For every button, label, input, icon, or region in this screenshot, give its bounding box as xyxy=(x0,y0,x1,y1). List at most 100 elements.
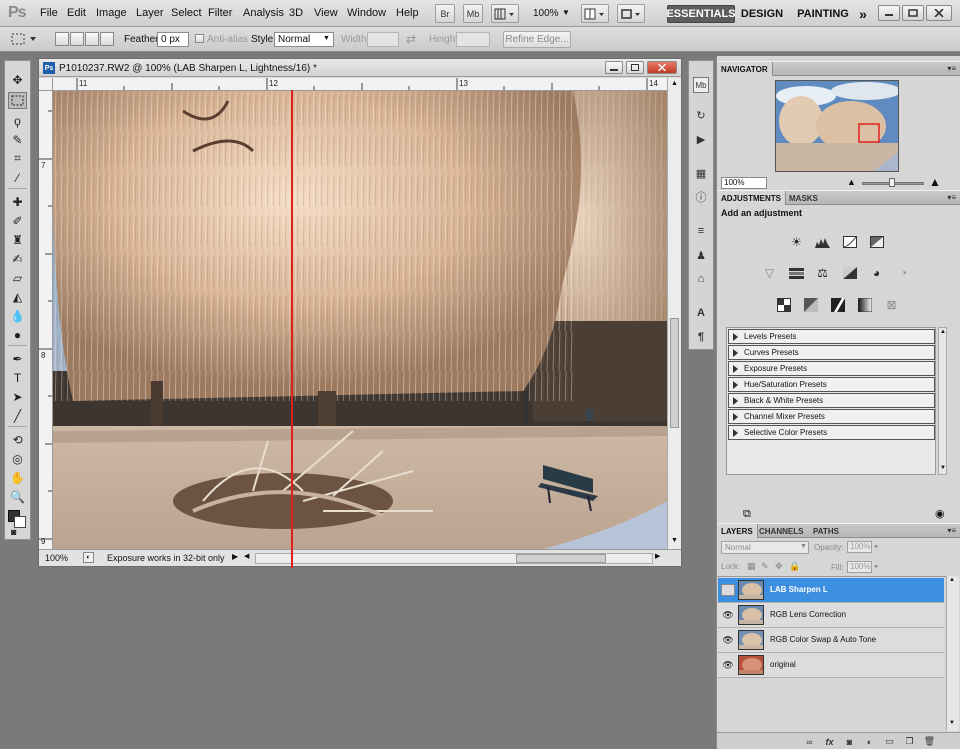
arrange-documents-dropdown[interactable] xyxy=(581,4,609,23)
lasso-tool-icon[interactable]: ϙ xyxy=(8,112,27,129)
new-selection-button[interactable] xyxy=(55,32,69,46)
mini-bridge-panel-icon[interactable]: Mb xyxy=(693,77,709,93)
restore-app-button[interactable] xyxy=(902,5,924,21)
3d-orbit-tool-icon[interactable]: ◎ xyxy=(8,450,27,467)
brush-presets-panel-icon[interactable]: ≡ xyxy=(693,223,709,239)
rectangular-marquee-tool-icon[interactable] xyxy=(8,92,27,109)
preset-curves[interactable]: Curves Presets xyxy=(728,345,935,360)
pen-tool-icon[interactable]: ✒ xyxy=(8,350,27,367)
lock-all-icon[interactable]: 🔒 xyxy=(789,561,800,572)
tab-navigator[interactable]: NAVIGATOR xyxy=(717,62,773,76)
info-panel-icon[interactable]: ⓘ xyxy=(693,189,709,205)
vertical-ruler[interactable]: 7 8 9 xyxy=(39,91,53,549)
eraser-tool-icon[interactable]: ▱ xyxy=(8,269,27,286)
tab-paths[interactable]: PATHS xyxy=(809,524,843,538)
preset-levels[interactable]: Levels Presets xyxy=(728,329,935,344)
launch-bridge-button[interactable]: Br xyxy=(435,4,455,23)
tab-layers[interactable]: LAYERS xyxy=(717,524,758,538)
anti-alias-checkbox[interactable] xyxy=(195,34,204,43)
horizontal-ruler[interactable]: 11 12 13 14 xyxy=(53,78,667,91)
layer-row[interactable]: LAB Sharpen L xyxy=(718,578,944,603)
scroll-down-icon[interactable]: ▼ xyxy=(940,465,946,471)
scroll-thumb[interactable] xyxy=(670,318,679,428)
scroll-right-icon[interactable]: ▶ xyxy=(655,552,660,560)
status-menu-arrow-icon[interactable]: ▶ xyxy=(232,552,238,561)
scroll-down-icon[interactable]: ▼ xyxy=(671,537,678,544)
type-tool-icon[interactable]: T xyxy=(8,369,27,386)
image-canvas[interactable] xyxy=(53,91,667,549)
new-adjustment-layer-icon[interactable]: ◐ xyxy=(863,735,876,748)
document-horizontal-scrollbar[interactable] xyxy=(255,553,653,564)
menu-filter[interactable]: Filter xyxy=(208,7,232,19)
fill-arrow-icon[interactable]: ▸ xyxy=(875,562,879,570)
histogram-panel-icon[interactable]: ▦ xyxy=(693,165,709,181)
close-document-button[interactable] xyxy=(647,61,677,74)
invert-icon[interactable] xyxy=(775,296,792,313)
menu-view[interactable]: View xyxy=(314,7,338,19)
delete-layer-icon[interactable]: 🗑 xyxy=(923,735,936,748)
quick-selection-tool-icon[interactable]: ✎ xyxy=(8,131,27,148)
new-group-icon[interactable]: ▭ xyxy=(883,735,896,748)
new-layer-icon[interactable]: ❐ xyxy=(903,735,916,748)
opacity-arrow-icon[interactable]: ▸ xyxy=(875,542,879,550)
menu-3d[interactable]: 3D xyxy=(289,7,303,19)
workspace-design[interactable]: DESIGN xyxy=(741,5,783,23)
move-tool-icon[interactable]: ✥ xyxy=(8,71,27,88)
adjustment-options-icon[interactable]: ◉ xyxy=(935,507,945,520)
channel-mixer-icon[interactable]: ◔ xyxy=(895,264,912,281)
tab-masks[interactable]: MASKS xyxy=(785,191,822,205)
lock-image-icon[interactable]: ✎ xyxy=(761,561,769,572)
gradient-map-icon[interactable] xyxy=(856,296,873,313)
status-preview-icon[interactable]: ◐ xyxy=(83,552,94,563)
healing-brush-tool-icon[interactable]: ✚ xyxy=(8,193,27,210)
brush-tool-icon[interactable]: ✐ xyxy=(8,212,27,229)
levels-icon[interactable] xyxy=(814,233,831,250)
threshold-icon[interactable] xyxy=(829,296,846,313)
status-zoom[interactable]: 100% xyxy=(45,553,68,563)
swap-dimensions-icon[interactable]: ⇄ xyxy=(406,32,416,46)
scroll-up-icon[interactable]: ▲ xyxy=(671,80,678,87)
preset-hue-saturation[interactable]: Hue/Saturation Presets xyxy=(728,377,935,392)
layer-row[interactable]: 👁 original xyxy=(718,653,944,678)
black-white-icon[interactable] xyxy=(841,264,858,281)
workspace-essentials[interactable]: ESSENTIALS xyxy=(666,5,736,23)
hue-saturation-icon[interactable] xyxy=(788,264,805,281)
preset-channel-mixer[interactable]: Channel Mixer Presets xyxy=(728,409,935,424)
crop-tool-icon[interactable]: ⌗ xyxy=(8,150,27,167)
quick-mask-icon[interactable]: ◙ xyxy=(11,527,16,537)
actions-panel-icon[interactable]: ▶ xyxy=(693,131,709,147)
menu-help[interactable]: Help xyxy=(396,7,419,19)
view-extras-dropdown[interactable] xyxy=(491,4,519,23)
blend-mode-select[interactable]: Normal xyxy=(721,541,809,554)
layers-scrollbar[interactable]: ▲ ▼ xyxy=(946,576,959,731)
clip-to-layer-icon[interactable]: ⧉ xyxy=(743,508,751,521)
eye-icon[interactable]: 👁 xyxy=(721,609,735,621)
clone-source-panel-icon[interactable]: ♟ xyxy=(693,247,709,263)
navigator-zoom-slider-handle[interactable] xyxy=(889,178,895,187)
layer-name[interactable]: original xyxy=(770,660,796,669)
3d-rotate-tool-icon[interactable]: ⟲ xyxy=(8,431,27,448)
intersect-selection-button[interactable] xyxy=(100,32,114,46)
link-layers-icon[interactable]: ∞ xyxy=(803,735,816,748)
layer-row[interactable]: 👁 RGB Color Swap & Auto Tone xyxy=(718,628,944,653)
character-panel-icon[interactable]: A xyxy=(693,305,709,321)
navigator-zoom-input[interactable]: 100% xyxy=(721,177,767,189)
hand-tool-icon[interactable]: ✋ xyxy=(8,469,27,486)
menu-layer[interactable]: Layer xyxy=(136,7,164,19)
subtract-from-selection-button[interactable] xyxy=(85,32,99,46)
layer-style-icon[interactable]: fx xyxy=(823,735,836,748)
blur-tool-icon[interactable]: 💧 xyxy=(8,307,27,324)
ruler-origin[interactable] xyxy=(39,78,53,91)
more-workspaces-button[interactable]: » xyxy=(855,5,871,23)
clone-stamp-tool-icon[interactable]: ♜ xyxy=(8,231,27,248)
red-guide-line[interactable] xyxy=(291,90,293,568)
layer-name[interactable]: LAB Sharpen L xyxy=(770,585,828,594)
minimize-app-button[interactable] xyxy=(878,5,900,21)
add-to-selection-button[interactable] xyxy=(70,32,84,46)
history-brush-tool-icon[interactable]: ✍ xyxy=(8,250,27,267)
document-vertical-scrollbar[interactable]: ▲ ▼ xyxy=(667,78,681,549)
selective-color-icon[interactable]: ⊠ xyxy=(883,296,900,313)
preset-exposure[interactable]: Exposure Presets xyxy=(728,361,935,376)
tool-preset-picker[interactable] xyxy=(10,31,44,50)
document-title-bar[interactable]: Ps P1010237.RW2 @ 100% (LAB Sharpen L, L… xyxy=(39,59,681,77)
